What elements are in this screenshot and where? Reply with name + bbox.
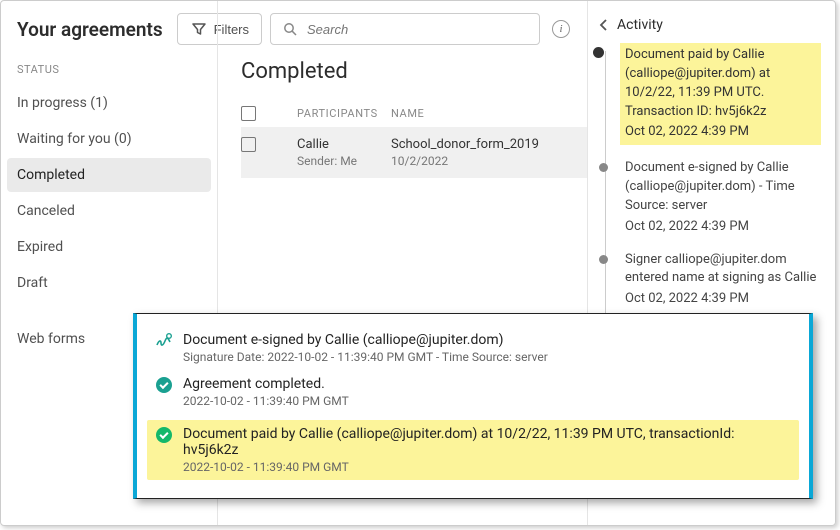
audit-item: Document e-signed by Callie (calliope@ju… [155, 332, 791, 364]
sidebar-item-in-progress[interactable]: In progress (1) [7, 86, 211, 120]
audit-item: Agreement completed. 2022-10-02 - 11:39:… [155, 376, 791, 408]
audit-line1: Document e-signed by Callie (calliope@ju… [183, 332, 791, 348]
search-input[interactable] [307, 22, 529, 37]
row-participant: Callie [297, 137, 391, 152]
timeline-bullet-icon [599, 255, 608, 264]
audit-line2: 2022-10-02 - 11:39:40 PM GMT [183, 394, 791, 408]
sidebar-item-canceled[interactable]: Canceled [7, 194, 211, 228]
activity-timestamp: Oct 02, 2022 4:39 PM [625, 290, 821, 309]
audit-overlay: Document e-signed by Callie (calliope@ju… [133, 313, 813, 499]
audit-line2: 2022-10-02 - 11:39:40 PM GMT [183, 460, 791, 474]
row-checkbox[interactable] [241, 137, 256, 152]
activity-text: Signer calliope@jupiter.dom entered name… [625, 251, 821, 289]
filter-icon [190, 20, 208, 38]
search-icon [281, 20, 299, 38]
timeline-bullet-icon [593, 47, 604, 58]
sidebar-item-draft[interactable]: Draft [7, 266, 211, 300]
info-icon[interactable]: i [552, 20, 570, 38]
back-icon[interactable] [599, 18, 609, 32]
audit-item: Document paid by Callie (calliope@jupite… [147, 420, 799, 480]
check-icon [155, 376, 173, 394]
filters-button[interactable]: Filters [177, 13, 262, 45]
search-input-wrapper[interactable] [270, 13, 540, 45]
row-name: School_donor_form_2019 [391, 137, 587, 152]
check-icon [155, 426, 173, 444]
col-name: NAME [391, 107, 587, 120]
audit-line1: Agreement completed. [183, 376, 791, 392]
audit-line2: Signature Date: 2022-10-02 - 11:39:40 PM… [183, 350, 791, 364]
table-row[interactable]: Callie Sender: Me School_donor_form_2019… [241, 127, 587, 178]
activity-timestamp: Oct 02, 2022 4:39 PM [625, 218, 821, 237]
activity-text: Document paid by Callie (calliope@jupite… [625, 46, 816, 121]
filters-label: Filters [214, 22, 249, 37]
row-sender: Sender: Me [297, 154, 391, 168]
audit-line1: Document paid by Callie (calliope@jupite… [183, 426, 791, 458]
sidebar-item-expired[interactable]: Expired [7, 230, 211, 264]
signature-icon [155, 332, 173, 350]
sidebar-item-completed[interactable]: Completed [7, 158, 211, 192]
status-heading: STATUS [17, 63, 201, 76]
activity-text: Document e-signed by Callie (calliope@ju… [625, 159, 821, 216]
main-heading: Completed [241, 59, 587, 84]
select-all-checkbox[interactable] [241, 106, 256, 121]
activity-timestamp: Oct 02, 2022 4:39 PM [625, 123, 816, 142]
activity-item: Document e-signed by Callie (calliope@ju… [625, 159, 821, 236]
sidebar-item-waiting[interactable]: Waiting for you (0) [7, 122, 211, 156]
activity-item: Document paid by Callie (calliope@jupite… [620, 43, 821, 145]
timeline-bullet-icon [599, 163, 608, 172]
row-date: 10/2/2022 [391, 154, 587, 168]
page-title: Your agreements [17, 18, 163, 41]
activity-item: Signer calliope@jupiter.dom entered name… [625, 251, 821, 310]
activity-title: Activity [617, 17, 663, 33]
table-header: PARTICIPANTS NAME [241, 102, 587, 127]
col-participants: PARTICIPANTS [297, 107, 391, 120]
